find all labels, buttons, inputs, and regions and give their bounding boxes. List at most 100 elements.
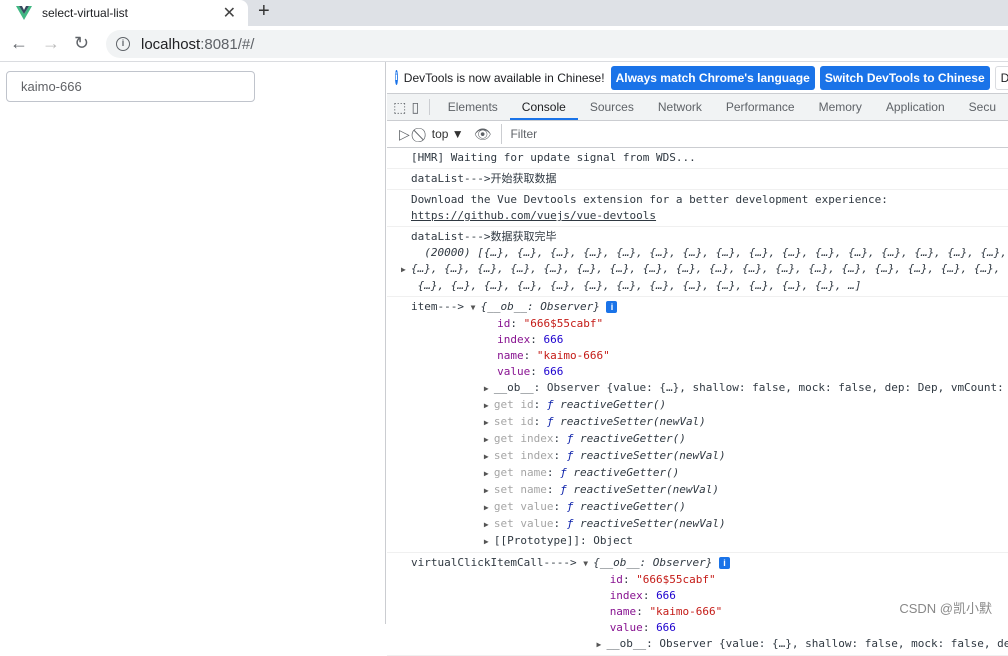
new-tab-icon[interactable]: + (258, 0, 270, 23)
log-entry: [HMR] Waiting for update signal from WDS… (387, 148, 1008, 169)
browser-tab-strip: select-virtual-list ✕ + (0, 0, 1008, 26)
log-entry: Download the Vue Devtools extension for … (387, 190, 1008, 227)
prop-value: 666 (656, 589, 676, 602)
prop-key: index (609, 589, 643, 602)
page-content: kaimo-666 (0, 62, 386, 624)
expand-arrow-icon[interactable]: ▶ (484, 517, 494, 533)
expand-arrow-icon[interactable]: ▶ (484, 449, 494, 465)
devtools-panel: i DevTools is now available in Chinese! … (387, 62, 1008, 656)
reload-icon[interactable]: ↻ (74, 33, 89, 54)
expand-arrow-icon[interactable]: ▶ (484, 398, 494, 414)
switch-to-chinese-button[interactable]: Switch DevTools to Chinese (819, 65, 990, 90)
tab-elements[interactable]: Elements (436, 94, 510, 120)
site-info-icon[interactable]: i (116, 37, 130, 51)
expand-arrow-icon[interactable]: ▶ (484, 500, 494, 516)
prop-value: 666 (543, 365, 564, 378)
tab-secu[interactable]: Secu (957, 94, 1008, 120)
accessor-fn: reactiveGetter() (579, 500, 686, 513)
prototype-line[interactable]: [[Prototype]]: Object (494, 534, 633, 547)
log-entry-item: item---> ▼ {__ob__: Observer} i id: "666$… (387, 297, 1008, 553)
prop-value: "kaimo-666" (649, 605, 723, 618)
select-input[interactable]: kaimo-666 (6, 71, 255, 102)
language-infobar: i DevTools is now available in Chinese! … (387, 62, 1008, 94)
log-text: dataList--->数据获取完毕 (411, 230, 557, 243)
expanded-arrow-icon[interactable]: ▼ (471, 300, 481, 316)
back-icon[interactable]: ← (10, 33, 28, 54)
prop-value: 666 (656, 621, 676, 634)
filter-input[interactable]: Filter (501, 124, 1008, 144)
tab-performance[interactable]: Performance (714, 94, 807, 120)
context-selector[interactable]: top ▼ (432, 127, 464, 141)
expand-arrow-icon[interactable]: ▶ (484, 381, 494, 397)
ob-line[interactable]: __ob__: Observer {value: {…}, shallow: f… (494, 381, 1008, 394)
prop-value: "666$55cabf" (636, 573, 716, 586)
accessor-fn: reactiveSetter(newVal) (573, 483, 720, 496)
log-text: dataList--->开始获取数据 (411, 172, 557, 185)
prop-key: value (497, 365, 531, 378)
vue-logo-icon (16, 6, 32, 20)
devtools-tabs: ⬚ ▯ Elements Console Sources Network Perform… (387, 94, 1008, 121)
log-text: Download the Vue Devtools extension for … (411, 193, 888, 206)
forward-icon[interactable]: → (42, 33, 60, 54)
tab-network[interactable]: Network (646, 94, 714, 120)
url-host: localhost (141, 35, 201, 53)
tab-sources[interactable]: Sources (578, 94, 646, 120)
sidebar-toggle-icon[interactable]: ▷ (399, 126, 410, 143)
browser-tab[interactable]: select-virtual-list ✕ (0, 0, 248, 26)
log-text: [HMR] Waiting for update signal from WDS… (411, 151, 696, 164)
function-glyph: ƒ (560, 466, 574, 479)
dont-show-again-button[interactable]: Don't (994, 65, 1008, 90)
accessor-key: set id (493, 415, 534, 428)
tab-title: select-virtual-list (42, 6, 129, 20)
info-badge-icon: i (606, 301, 618, 313)
expand-arrow-icon[interactable]: ▶ (484, 534, 494, 550)
tab-application[interactable]: Application (874, 94, 957, 120)
prop-key: id (497, 317, 511, 330)
device-toolbar-icon[interactable]: ▯ (408, 94, 424, 120)
divider (429, 99, 430, 115)
accessor-fn: reactiveSetter(newVal) (579, 517, 726, 530)
accessor-fn: reactiveGetter() (579, 432, 686, 445)
accessor-fn: reactiveSetter(newVal) (560, 415, 706, 428)
prop-value: "666$55cabf" (523, 317, 604, 330)
inspect-element-icon[interactable]: ⬚ (392, 94, 408, 120)
array-preview: {…}, {…}, {…}, {…}, {…}, {…}, {…}, {…}, … (417, 279, 862, 292)
expand-arrow-icon[interactable]: ▶ (401, 262, 411, 278)
expand-arrow-icon[interactable]: ▶ (596, 637, 606, 653)
expand-arrow-icon[interactable]: ▶ (484, 483, 494, 499)
expand-arrow-icon[interactable]: ▶ (484, 415, 494, 431)
info-badge-icon: i (719, 557, 731, 569)
console-toolbar: ▷ ⃠ top ▼ 👁 Filter (387, 121, 1008, 148)
expand-arrow-icon[interactable]: ▶ (484, 466, 494, 482)
accessor-fn: reactiveGetter() (560, 398, 667, 411)
infobar-message: DevTools is now available in Chinese! (403, 70, 605, 85)
object-summary[interactable]: {__ob__: Observer} (481, 300, 600, 313)
log-label: virtualClickItemCall----> (411, 556, 577, 569)
url-input[interactable]: i localhost:8081/#/ (106, 30, 1008, 58)
accessor-fn: reactiveSetter(newVal) (579, 449, 726, 462)
live-expression-eye-icon[interactable]: 👁 (474, 126, 492, 143)
address-bar: ← → ↻ i localhost:8081/#/ (0, 26, 1008, 62)
close-tab-icon[interactable]: ✕ (223, 3, 236, 23)
tab-memory[interactable]: Memory (807, 94, 874, 120)
accessor-key: get index (493, 432, 554, 445)
array-preview: (20000) [{…}, {…}, {…}, {…}, {…}, {…}, {… (424, 246, 1008, 259)
accessor-fn: reactiveGetter() (573, 466, 680, 479)
log-entry: dataList--->开始获取数据 (387, 169, 1008, 190)
always-match-language-button[interactable]: Always match Chrome's language (610, 65, 815, 90)
object-summary[interactable]: {__ob__: Observer} (593, 556, 712, 569)
function-glyph: ƒ (546, 415, 561, 428)
vue-devtools-link[interactable]: https://github.com/vuejs/vue-devtools (411, 209, 656, 222)
function-glyph: ƒ (566, 432, 580, 445)
expand-arrow-icon[interactable]: ▶ (484, 432, 494, 448)
expanded-arrow-icon[interactable]: ▼ (583, 556, 593, 572)
prop-value: 666 (543, 333, 564, 346)
function-glyph: ƒ (546, 398, 561, 411)
tab-console[interactable]: Console (509, 94, 578, 120)
prop-key: name (609, 605, 637, 618)
function-glyph: ƒ (560, 483, 574, 496)
array-preview: {…}, {…}, {…}, {…}, {…}, {…}, {…}, {…}, … (411, 262, 1001, 275)
ob-line[interactable]: __ob__: Observer {value: {…}, shallow: f… (606, 637, 1008, 650)
url-path: :8081/#/ (200, 35, 255, 53)
console-log: [HMR] Waiting for update signal from WDS… (387, 148, 1008, 656)
